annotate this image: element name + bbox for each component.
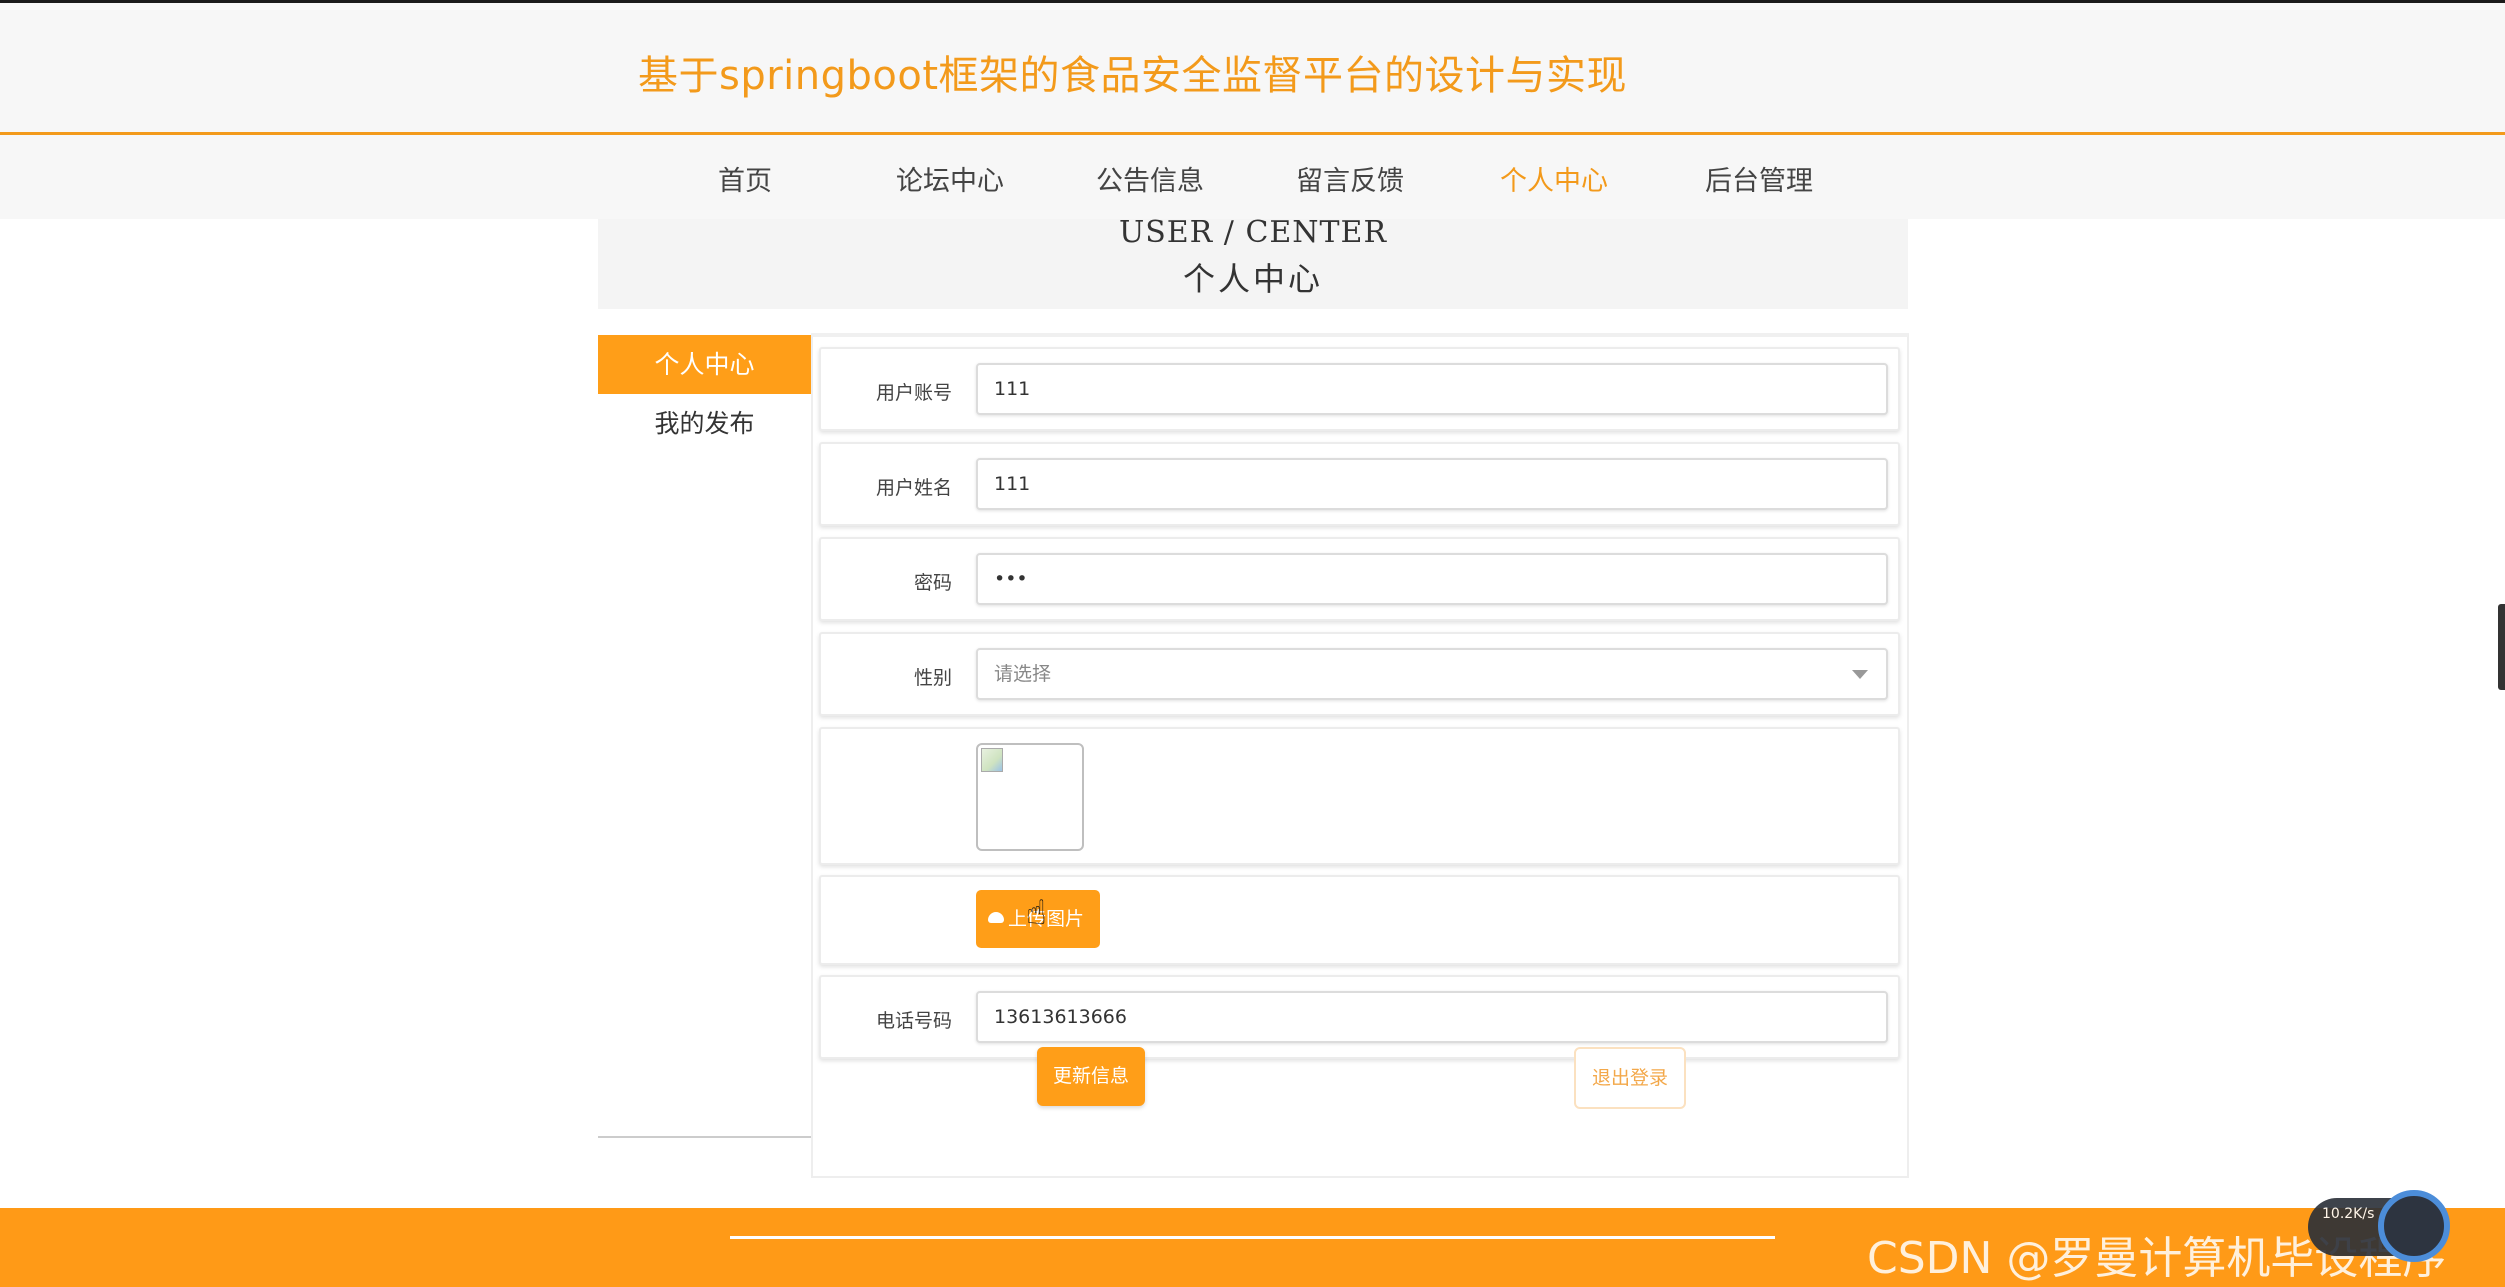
account-input[interactable]: 111 <box>976 363 1888 415</box>
name-input[interactable]: 111 <box>976 458 1888 510</box>
profile-form-panel: 用户账号 111 用户姓名 111 密码 ••• 性别 请选择 上传图片 ☝ 电… <box>811 333 1909 1178</box>
gender-placeholder: 请选择 <box>994 663 1052 685</box>
main-nav: 首页 论坛中心 公告信息 留言反馈 个人中心 后台管理 <box>0 135 2505 219</box>
page-banner: USER / CENTER 个人中心 <box>598 215 1908 309</box>
account-label: 用户账号 <box>875 382 952 404</box>
nav-item-home[interactable]: 首页 <box>718 159 772 198</box>
form-row-name: 用户姓名 111 <box>819 442 1900 526</box>
form-row-phone: 电话号码 13613613666 <box>819 975 1900 1059</box>
update-info-button[interactable]: 更新信息 <box>1037 1047 1145 1106</box>
password-input[interactable]: ••• <box>976 553 1888 605</box>
sidebar-item-user-center[interactable]: 个人中心 <box>598 335 811 394</box>
network-speed-text: 10.2K/s <box>2322 1206 2375 1222</box>
avatar-preview <box>976 743 1084 851</box>
form-row-avatar <box>819 727 1900 865</box>
form-row-gender: 性别 请选择 <box>819 632 1900 716</box>
upload-image-button[interactable]: 上传图片 ☝ <box>976 890 1100 948</box>
scrollbar-handle[interactable] <box>2498 604 2505 690</box>
form-row-account: 用户账号 111 <box>819 347 1900 431</box>
cloud-upload-icon <box>988 912 1004 923</box>
phone-input[interactable]: 13613613666 <box>976 991 1888 1043</box>
site-footer: CSDN @罗曼计算机毕设程序 <box>0 1208 2505 1287</box>
chevron-down-icon <box>1852 670 1868 679</box>
form-row-upload: 上传图片 ☝ <box>819 875 1900 965</box>
sidebar-item-my-posts[interactable]: 我的发布 <box>598 394 811 453</box>
name-label: 用户姓名 <box>875 477 952 499</box>
nav-item-feedback[interactable]: 留言反馈 <box>1296 159 1404 198</box>
banner-title-cn: 个人中心 <box>1182 260 1323 298</box>
gender-label: 性别 <box>913 667 952 689</box>
hand-pointer-icon: ☝ <box>1026 893 1047 933</box>
password-label: 密码 <box>913 572 952 594</box>
form-row-password: 密码 ••• <box>819 537 1900 621</box>
nav-item-user-center[interactable]: 个人中心 <box>1500 159 1608 198</box>
broken-image-icon <box>981 748 1003 772</box>
nav-item-notices[interactable]: 公告信息 <box>1096 159 1204 198</box>
nav-item-forum[interactable]: 论坛中心 <box>896 159 1004 198</box>
logout-button[interactable]: 退出登录 <box>1574 1047 1686 1109</box>
banner-title-en: USER / CENTER <box>1118 215 1388 250</box>
gender-select[interactable]: 请选择 <box>976 648 1888 700</box>
footer-divider <box>730 1236 1775 1239</box>
nav-item-admin[interactable]: 后台管理 <box>1705 159 1813 198</box>
phone-label: 电话号码 <box>875 1010 952 1032</box>
site-header: 基于springboot框架的食品安全监督平台的设计与实现 <box>0 3 2505 135</box>
sidebar: 个人中心 我的发布 <box>598 335 811 1138</box>
speed-dial-icon[interactable] <box>2378 1190 2450 1262</box>
site-title: 基于springboot框架的食品安全监督平台的设计与实现 <box>638 53 1628 99</box>
